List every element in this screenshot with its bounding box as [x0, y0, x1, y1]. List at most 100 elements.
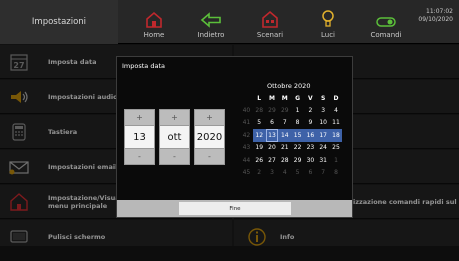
- calendar-day[interactable]: 31: [317, 154, 330, 166]
- calendar-day[interactable]: 30: [304, 154, 317, 166]
- day-decrement-button[interactable]: -: [125, 148, 154, 164]
- calendar-week-row: 45 2 3 4 5 6 7 8: [240, 166, 342, 178]
- calendar-day[interactable]: 3: [266, 166, 279, 178]
- week-number: 41: [242, 119, 251, 127]
- calendar-day[interactable]: 3: [317, 104, 330, 116]
- dialog-footer: Fine: [117, 200, 352, 217]
- calendar-week-row: 40 28 29 29 1 2 3 4: [240, 104, 342, 116]
- calendar-day[interactable]: 25: [330, 142, 343, 154]
- calendar-day[interactable]: 28: [278, 154, 291, 166]
- weekday-header: S: [321, 94, 326, 102]
- calendar-day[interactable]: 7: [278, 117, 291, 129]
- nav-home-button[interactable]: Home: [128, 0, 180, 44]
- month-value: ott: [160, 126, 189, 148]
- calendar-day[interactable]: 27: [266, 154, 279, 166]
- calendar-week-row: 44 26 27 28 29 30 31 1: [240, 154, 342, 166]
- calendar-day[interactable]: 19: [253, 142, 266, 154]
- calendar-day[interactable]: 29: [291, 154, 304, 166]
- week-number: 43: [242, 144, 251, 152]
- calendar-day[interactable]: 1: [291, 104, 304, 116]
- day-value: 13: [125, 126, 154, 148]
- year-stepper: + 2020 -: [194, 109, 225, 165]
- calendar-day[interactable]: 6: [304, 166, 317, 178]
- calendar-day[interactable]: 14: [278, 129, 292, 142]
- nav-scenarios-button[interactable]: Scenari: [244, 0, 296, 44]
- nav-commands-button[interactable]: Comandi: [360, 0, 412, 44]
- calendar-day[interactable]: 28: [253, 104, 266, 116]
- calendar-day[interactable]: 11: [330, 117, 343, 129]
- week-number: 44: [242, 156, 251, 164]
- weekday-header: V: [308, 94, 313, 102]
- clock-date: 09/10/2020: [418, 16, 453, 23]
- calendar-day[interactable]: 6: [266, 117, 279, 129]
- calendar-day[interactable]: 23: [304, 142, 317, 154]
- week-number: 45: [242, 169, 251, 177]
- calendar-week-row: 43 19 20 21 22 23 24 25: [240, 142, 342, 154]
- page-title: Impostazioni: [0, 0, 118, 44]
- nav-lights-label: Luci: [320, 31, 335, 39]
- calendar-day[interactable]: 17: [316, 129, 330, 142]
- calendar-day[interactable]: 9: [304, 117, 317, 129]
- date-dialog: Imposta data + 13 - + ott - + 2020 - Ott…: [116, 56, 353, 218]
- nav-back-label: Indietro: [197, 31, 225, 39]
- nav-commands-label: Comandi: [370, 31, 402, 39]
- calendar-day[interactable]: 2: [253, 166, 266, 178]
- toggle-icon: [376, 17, 396, 27]
- lightbulb-icon: [322, 10, 334, 27]
- weekday-header: M: [269, 94, 275, 102]
- month-increment-button[interactable]: +: [160, 110, 189, 126]
- calendar-day[interactable]: 16: [303, 129, 317, 142]
- week-number: 40: [242, 107, 251, 115]
- weekday-header: M: [281, 94, 288, 102]
- calendar-day[interactable]: 20: [266, 142, 279, 154]
- back-arrow-icon: [200, 12, 221, 28]
- year-value: 2020: [195, 126, 224, 148]
- nav-scenarios-label: Scenari: [256, 31, 284, 39]
- calendar-day[interactable]: 29: [278, 104, 291, 116]
- calendar-day[interactable]: 12: [252, 129, 266, 142]
- weekday-header: G: [295, 94, 301, 102]
- calendar-day[interactable]: 4: [330, 104, 343, 116]
- home-icon: [146, 11, 162, 28]
- clock: 11:07:02 09/10/2020: [418, 8, 453, 24]
- calendar-week-row: 41 5 6 7 8 9 10 11: [240, 117, 342, 129]
- day-stepper: + 13 -: [124, 109, 155, 165]
- week-number: 42: [242, 131, 251, 139]
- calendar-day[interactable]: 4: [278, 166, 291, 178]
- calendar-day[interactable]: 8: [330, 166, 343, 178]
- calendar-day[interactable]: 8: [291, 117, 304, 129]
- calendar-day[interactable]: 21: [278, 142, 291, 154]
- nav-back-button[interactable]: Indietro: [185, 0, 237, 44]
- calendar-day[interactable]: 2: [304, 104, 317, 116]
- calendar-day[interactable]: 1: [330, 154, 343, 166]
- weekday-header: D: [333, 94, 339, 102]
- calendar-day[interactable]: 13: [265, 129, 279, 142]
- scenarios-icon: [262, 10, 278, 28]
- top-bar: Impostazioni Home Indietro Scenari Luci …: [0, 0, 459, 44]
- calendar-day[interactable]: 26: [253, 154, 266, 166]
- nav-lights-button[interactable]: Luci: [302, 0, 354, 44]
- calendar-day[interactable]: 7: [317, 166, 330, 178]
- calendar-day[interactable]: 15: [291, 129, 304, 142]
- year-decrement-button[interactable]: -: [195, 148, 224, 164]
- calendar-header-row: LMMGVSD: [240, 92, 342, 104]
- day-increment-button[interactable]: +: [125, 110, 154, 126]
- app-window: Impostazioni Home Indietro Scenari Luci …: [0, 0, 459, 261]
- calendar-day[interactable]: 29: [266, 104, 279, 116]
- nav-home-label: Home: [143, 31, 165, 39]
- calendar-day[interactable]: 24: [317, 142, 330, 154]
- month-decrement-button[interactable]: -: [160, 148, 189, 164]
- calendar-day[interactable]: 18: [329, 129, 343, 142]
- week-number-header: [240, 92, 253, 104]
- calendar-day[interactable]: 5: [253, 117, 266, 129]
- calendar-day[interactable]: 10: [317, 117, 330, 129]
- calendar-day[interactable]: 22: [291, 142, 304, 154]
- done-button[interactable]: Fine: [179, 202, 291, 215]
- calendar-week-row: 42 12 13 14 15 16 17 18: [240, 129, 343, 142]
- year-increment-button[interactable]: +: [195, 110, 224, 126]
- weekday-header: L: [257, 94, 262, 102]
- month-stepper: + ott -: [159, 109, 190, 165]
- calendar-month-label: Ottobre 2020: [267, 82, 311, 90]
- dialog-title: Imposta data: [122, 62, 165, 70]
- calendar-day[interactable]: 5: [291, 166, 304, 178]
